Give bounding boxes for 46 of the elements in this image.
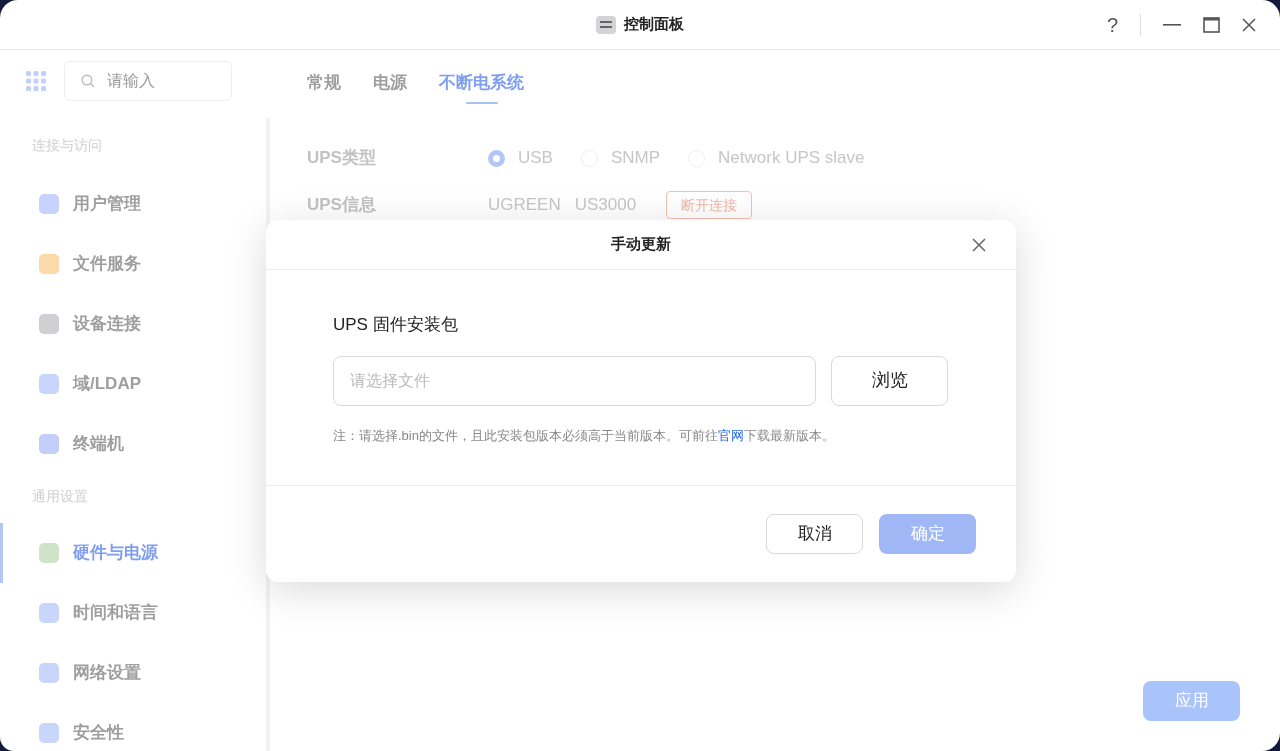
- search-field[interactable]: 请输入: [64, 61, 232, 101]
- help-icon[interactable]: ?: [1106, 14, 1118, 35]
- minimize-icon[interactable]: [1163, 23, 1181, 26]
- sidebar-item[interactable]: 设备连接: [0, 294, 266, 354]
- item-icon: [39, 194, 59, 214]
- note-text: 注：请选择.bin的文件，且此安装包版本必须高于当前版本。可前往官网下载最新版本。: [333, 426, 836, 445]
- close-icon[interactable]: [1242, 17, 1256, 32]
- radio-option[interactable]: SNMP: [580, 145, 661, 171]
- apply-button[interactable]: 应用: [1143, 681, 1240, 721]
- item-icon: [39, 314, 59, 334]
- search-icon: [81, 74, 95, 88]
- radio-button[interactable]: [488, 149, 505, 167]
- item-icon: [39, 663, 59, 683]
- sidebar-item[interactable]: 用户管理: [0, 174, 266, 234]
- item-icon: [39, 254, 59, 274]
- sidebar-item[interactable]: 终端机: [0, 414, 266, 474]
- website-link[interactable]: 官网: [717, 427, 744, 443]
- ups-model: US3000: [574, 194, 637, 217]
- control-panel-icon: [596, 15, 616, 34]
- dialog-title: 手动更新: [611, 234, 671, 255]
- tab[interactable]: 常规: [307, 70, 341, 104]
- item-icon: [39, 434, 59, 454]
- radio-option[interactable]: Network UPS slave: [688, 145, 865, 171]
- item-icon: [39, 723, 59, 743]
- sidebar-item[interactable]: 网络设置: [0, 643, 266, 703]
- cancel-button[interactable]: 取消: [766, 514, 863, 554]
- ups-brand: UGREEN: [488, 194, 561, 217]
- radio-option[interactable]: USB: [488, 145, 553, 171]
- item-icon: [39, 543, 59, 563]
- field-label: UPS类型: [307, 147, 377, 170]
- item-icon: [39, 374, 59, 394]
- sidebar-item[interactable]: 安全性: [0, 703, 266, 751]
- file-field[interactable]: 请选择文件: [333, 355, 816, 406]
- close-icon[interactable]: [972, 238, 986, 252]
- browse-button[interactable]: 浏览: [831, 355, 948, 406]
- disconnect-button[interactable]: 断开连接: [666, 191, 753, 219]
- maximize-icon[interactable]: [1203, 16, 1220, 33]
- item-icon: [39, 603, 59, 623]
- tab[interactable]: 不断电系统: [439, 70, 524, 104]
- window-title: 控制面板: [624, 14, 684, 35]
- tab[interactable]: 电源: [373, 70, 407, 104]
- field-label: UPS信息: [307, 194, 377, 217]
- sidebar-item[interactable]: 时间和语言: [0, 583, 266, 643]
- sidebar-item[interactable]: 域/LDAP: [0, 354, 266, 414]
- sidebar-item[interactable]: 文件服务: [0, 234, 266, 294]
- field-label: UPS 固件安装包: [333, 314, 459, 336]
